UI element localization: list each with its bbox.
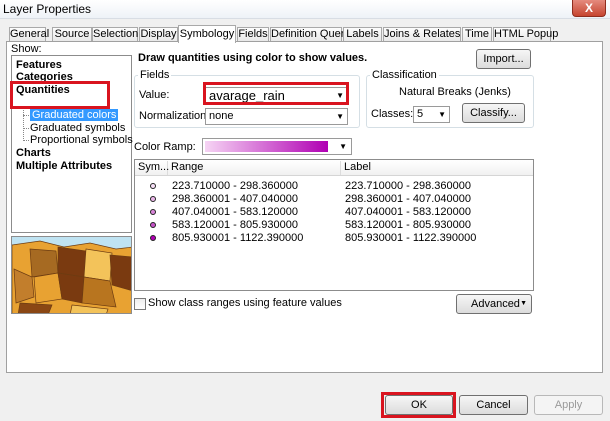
value-dropdown[interactable]: avarage_rain ▼ — [205, 87, 348, 104]
tab-time[interactable]: Time — [462, 27, 492, 42]
column-label[interactable]: Label — [341, 161, 533, 175]
chevron-down-icon: ▼ — [336, 112, 344, 121]
class-row[interactable]: 223.710000 - 298.360000 223.710000 - 298.… — [135, 180, 533, 193]
column-symbol[interactable]: Sym... — [135, 161, 169, 175]
class-range[interactable]: 583.120001 - 805.930000 — [172, 219, 298, 231]
close-icon: X — [584, 1, 593, 15]
symbology-panel: Show: Features Categories Quantities Gra… — [6, 41, 603, 373]
show-class-ranges-label: Show class ranges using feature values — [148, 297, 342, 309]
advanced-button[interactable]: Advanced ▼ — [456, 294, 532, 314]
tab-symbology[interactable]: Symbology — [178, 25, 236, 43]
fields-group-label: Fields — [138, 69, 172, 81]
class-row[interactable]: 298.360001 - 407.040000 298.360001 - 407.… — [135, 193, 533, 206]
normalization-label: Normalization: — [139, 110, 210, 122]
value-label: Value: — [139, 89, 170, 101]
close-button[interactable]: X — [572, 0, 606, 17]
class-row[interactable]: 805.930001 - 1122.390000 805.930001 - 112… — [135, 232, 533, 245]
class-label[interactable]: 583.120001 - 805.930000 — [345, 219, 471, 231]
symbology-preview-map — [11, 236, 132, 314]
class-symbol-swatch[interactable] — [150, 209, 156, 215]
classes-dropdown[interactable]: 5 ▼ — [413, 106, 450, 123]
title-bar: Layer Properties X — [0, 0, 610, 19]
tree-connector — [23, 107, 24, 141]
tab-display[interactable]: Display — [139, 27, 178, 42]
tab-selection[interactable]: Selection — [92, 27, 138, 42]
normalization-dropdown[interactable]: none ▼ — [205, 108, 348, 125]
color-ramp-swatch — [205, 141, 328, 152]
class-label[interactable]: 298.360001 - 407.040000 — [345, 193, 471, 205]
tree-item-proportional-symbols[interactable]: Proportional symbols — [30, 134, 133, 146]
tree-connector — [23, 140, 29, 141]
color-ramp-label: Color Ramp: — [134, 141, 196, 153]
tab-joins-relates[interactable]: Joins & Relates — [383, 27, 461, 42]
class-list[interactable]: Sym... Range Label 223.710000 - 298.3600… — [134, 159, 534, 291]
color-ramp-row: Color Ramp: ▼ — [134, 138, 364, 156]
classify-button[interactable]: Classify... — [462, 103, 525, 123]
tree-item-quantities[interactable]: Quantities — [16, 84, 70, 96]
class-label[interactable]: 223.710000 - 298.360000 — [345, 180, 471, 192]
normalization-dropdown-text: none — [209, 110, 234, 122]
fields-group: Fields Value: avarage_rain ▼ Normalizati… — [134, 69, 360, 128]
description-text: Draw quantities using color to show valu… — [138, 52, 368, 64]
chevron-down-icon: ▼ — [336, 91, 344, 100]
apply-button[interactable]: Apply — [534, 395, 603, 415]
classes-dropdown-text: 5 — [417, 108, 424, 120]
advanced-button-label: Advanced — [471, 298, 520, 310]
ok-button[interactable]: OK — [385, 395, 453, 415]
tab-fields[interactable]: Fields — [237, 27, 269, 42]
tree-connector — [23, 115, 29, 116]
tree-item-graduated-symbols[interactable]: Graduated symbols — [30, 122, 125, 134]
classification-group: Classification Natural Breaks (Jenks) Cl… — [366, 69, 534, 128]
class-range[interactable]: 223.710000 - 298.360000 — [172, 180, 298, 192]
tab-definition-query[interactable]: Definition Query — [270, 27, 350, 42]
chevron-down-icon: ▼ — [438, 110, 446, 119]
map-preview-image — [12, 237, 131, 313]
import-button[interactable]: Import... — [476, 49, 531, 69]
class-range[interactable]: 805.930001 - 1122.390000 — [172, 232, 303, 244]
color-ramp-dropdown[interactable]: ▼ — [202, 138, 352, 155]
class-symbol-swatch[interactable] — [150, 235, 156, 241]
show-label: Show: — [11, 43, 42, 55]
class-row[interactable]: 407.040001 - 583.120000 407.040001 - 583.… — [135, 206, 533, 219]
tree-item-multiple-attributes[interactable]: Multiple Attributes — [16, 160, 112, 172]
class-label[interactable]: 805.930001 - 1122.390000 — [345, 232, 476, 244]
classification-group-label: Classification — [370, 69, 439, 81]
show-tree[interactable]: Features Categories Quantities Graduated… — [11, 55, 133, 233]
tree-item-categories[interactable]: Categories — [16, 71, 73, 83]
chevron-down-icon: ▼ — [339, 142, 347, 151]
tree-item-features[interactable]: Features — [16, 59, 62, 71]
window-title: Layer Properties — [3, 2, 92, 16]
class-symbol-swatch[interactable] — [150, 222, 156, 228]
tab-labels[interactable]: Labels — [343, 27, 382, 42]
class-range[interactable]: 407.040001 - 583.120000 — [172, 206, 298, 218]
class-symbol-swatch[interactable] — [150, 196, 156, 202]
class-range[interactable]: 298.360001 - 407.040000 — [172, 193, 298, 205]
class-symbol-swatch[interactable] — [150, 183, 156, 189]
class-list-header: Sym... Range Label — [135, 160, 533, 176]
tree-item-graduated-colors[interactable]: Graduated colors — [30, 109, 119, 121]
tree-connector — [23, 128, 29, 129]
class-label[interactable]: 407.040001 - 583.120000 — [345, 206, 471, 218]
tab-html-popup[interactable]: HTML Popup — [493, 27, 558, 42]
show-class-ranges-checkbox[interactable] — [134, 298, 146, 310]
tab-source[interactable]: Source — [52, 27, 92, 42]
tab-general[interactable]: General — [9, 27, 49, 42]
value-dropdown-text: avarage_rain — [209, 88, 285, 103]
cancel-button[interactable]: Cancel — [459, 395, 528, 415]
class-row[interactable]: 583.120001 - 805.930000 583.120001 - 805.… — [135, 219, 533, 232]
chevron-down-icon: ▼ — [520, 300, 527, 307]
tree-item-charts[interactable]: Charts — [16, 147, 51, 159]
classes-label: Classes: — [371, 108, 414, 120]
classification-method: Natural Breaks (Jenks) — [399, 86, 511, 98]
column-range[interactable]: Range — [168, 161, 341, 175]
